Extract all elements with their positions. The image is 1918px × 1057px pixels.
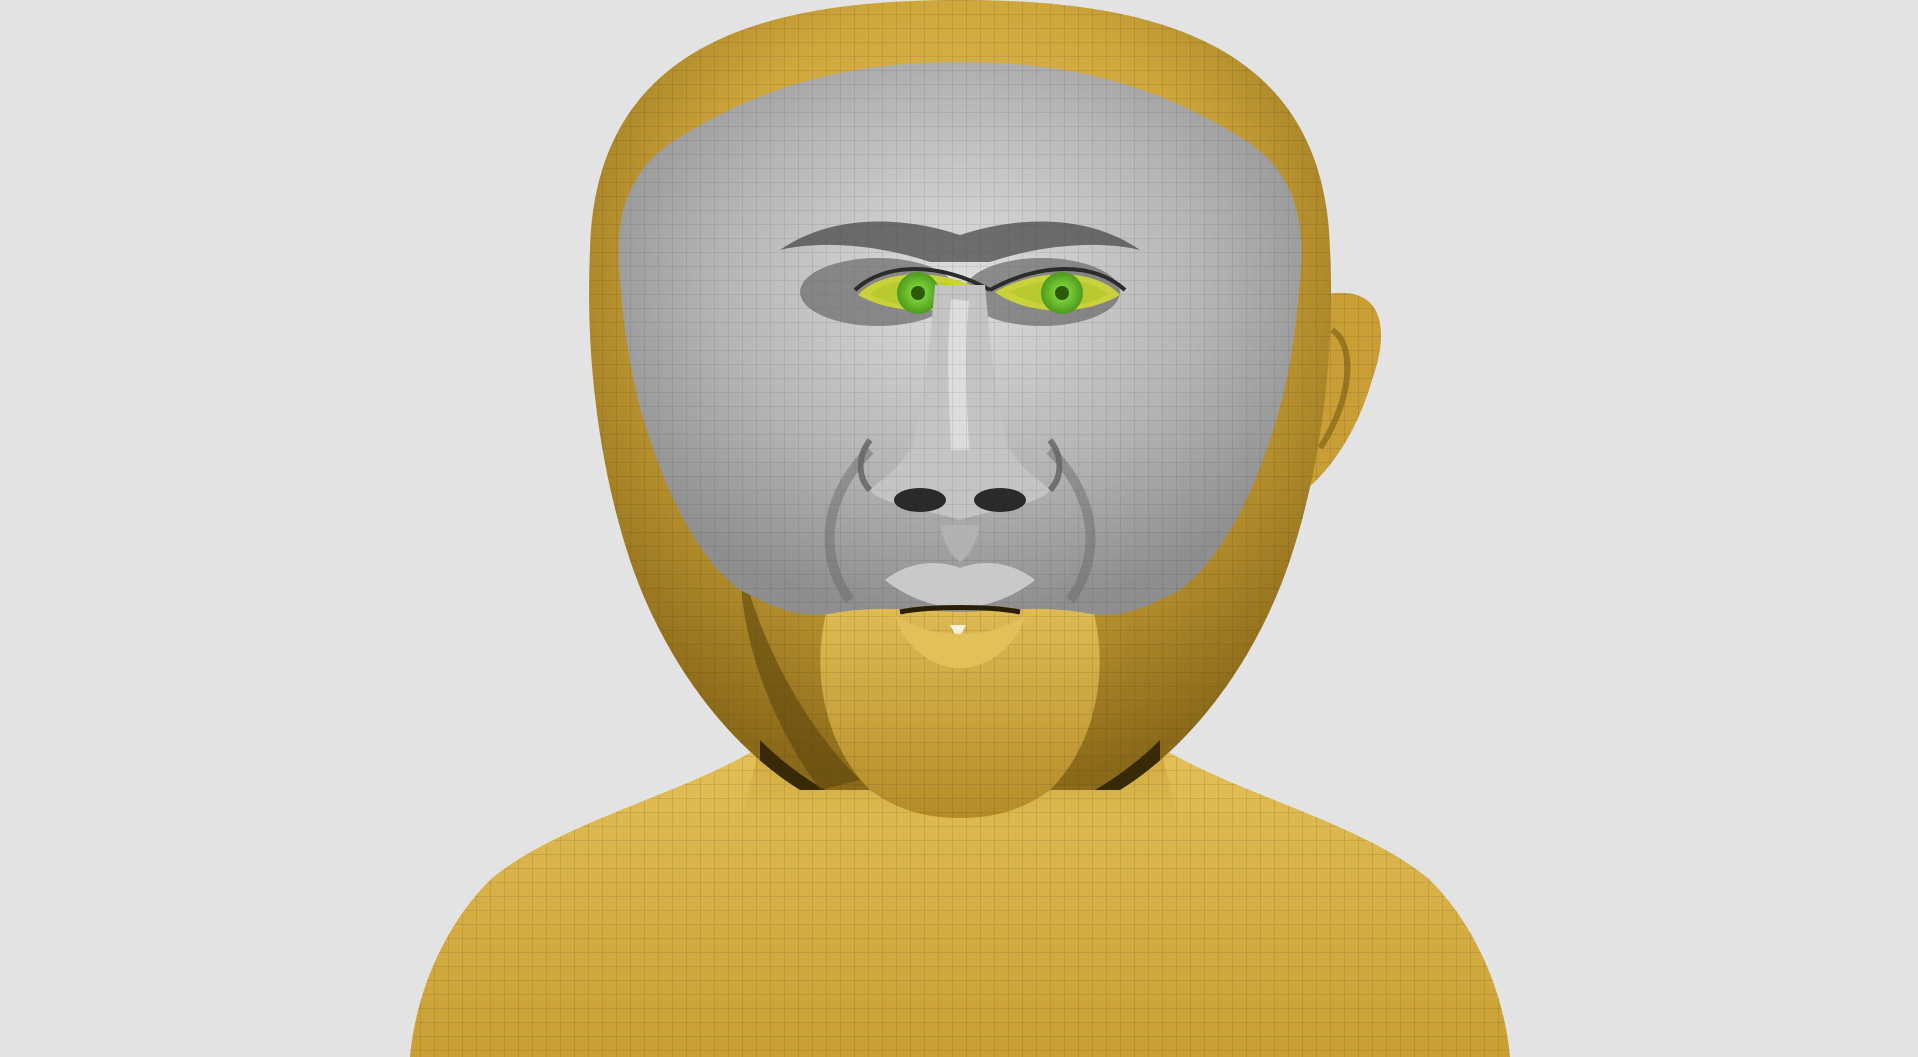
head-bust-render — [410, 0, 1510, 1057]
viewport — [0, 0, 1918, 1057]
